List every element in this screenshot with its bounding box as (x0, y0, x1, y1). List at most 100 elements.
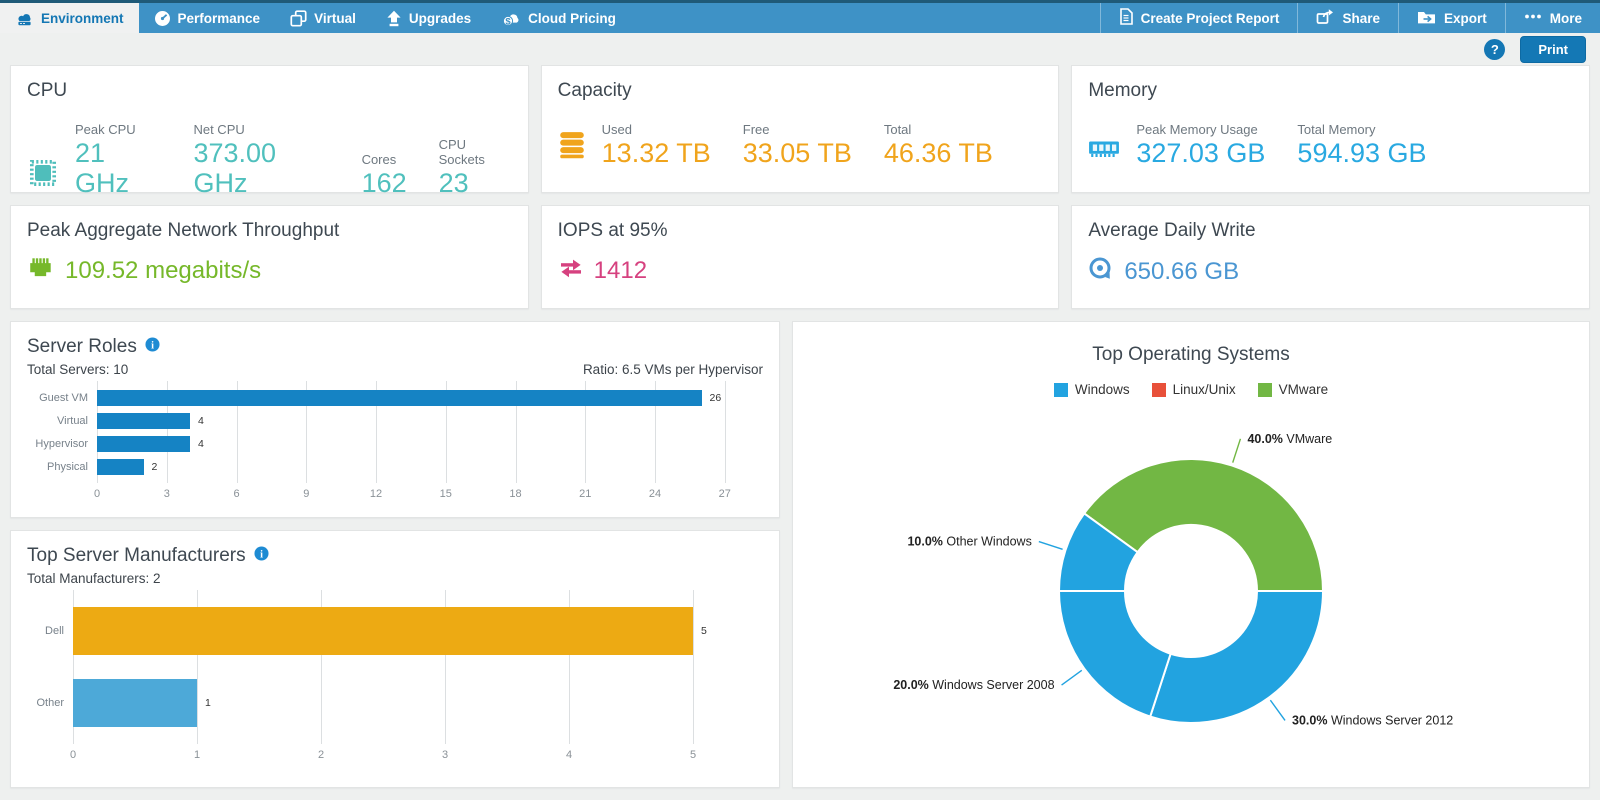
operating-systems-donut-chart: 40.0% VMware 30.0% Windows Server 2012 20.… (893, 432, 1453, 728)
stat-label: Used (601, 122, 633, 137)
stat-value: 33.05 TB (742, 138, 852, 168)
database-icon (558, 130, 586, 165)
average-daily-write-card: Average Daily Write 650.66 GB (1071, 205, 1590, 309)
stat-label: Total (883, 122, 912, 137)
ratio-label: Ratio: 6.5 VMs per Hypervisor (582, 362, 763, 377)
donut-slice-windows-server-2012[interactable] (1148, 590, 1325, 724)
report-document-icon (1119, 8, 1133, 28)
bar-row: Dell 5 (45, 595, 763, 667)
donut-slice-windows-server-2008[interactable] (1057, 590, 1172, 718)
tab-label: Upgrades (408, 10, 472, 26)
stat-label: CPU Sockets (438, 136, 485, 167)
export-button[interactable]: Export (1397, 3, 1505, 33)
legend-item-windows[interactable]: Windows (1053, 382, 1130, 397)
stat-total: Total 46.36 TB (884, 122, 993, 169)
x-tick-label: 0 (93, 488, 101, 500)
total-manufacturers-label: Total Manufacturers: 2 (27, 571, 161, 586)
tab-cloud-pricing[interactable]: $ Cloud Pricing (486, 3, 631, 33)
bar-row: Guest VM 26 (39, 386, 763, 409)
svg-text:i: i (260, 549, 263, 560)
stat-label: Free (742, 122, 770, 137)
create-project-report-button[interactable]: Create Project Report (1099, 3, 1298, 33)
tab-label: Environment (41, 10, 124, 26)
legend-swatch (1053, 382, 1068, 397)
nav-tabs: Environment Performance Virtual Upgrades… (0, 3, 631, 33)
tab-performance[interactable]: Performance (139, 3, 276, 33)
memory-card: Memory Peak Memory Usage 327.03 GB Total… (1071, 65, 1590, 193)
tab-environment[interactable]: Environment (0, 3, 139, 33)
category-label: Other (36, 697, 64, 709)
legend-item-linux-unix[interactable]: Linux/Unix (1151, 382, 1236, 397)
x-tick-label: 0 (69, 749, 77, 761)
chart-title: Top Operating Systems (1092, 344, 1290, 365)
x-tick-label: 3 (441, 749, 449, 761)
share-button[interactable]: Share (1297, 3, 1398, 33)
ellipsis-icon (1524, 8, 1542, 28)
bar-value-label: 2 (151, 460, 158, 473)
info-icon[interactable]: i (145, 337, 160, 357)
stat-free: Free 33.05 TB (743, 122, 852, 169)
label-connector (1232, 438, 1242, 463)
x-tick-label: 18 (509, 488, 522, 500)
svg-text:$: $ (505, 16, 511, 27)
bar-virtual[interactable] (97, 412, 190, 429)
x-tick-label: 24 (648, 488, 662, 500)
bar-guest-vm[interactable] (97, 389, 702, 406)
legend-label: VMware (1278, 382, 1329, 397)
card-title: CPU (27, 80, 68, 101)
slice-label: 10.0% Other Windows (907, 535, 1031, 549)
bar-physical[interactable] (97, 458, 144, 475)
server-roles-card: Server Roles i Total Servers: 10 Ratio: … (10, 321, 780, 518)
svg-text:i: i (151, 340, 154, 351)
metric-value: 650.66 GB (1124, 257, 1240, 285)
manufacturers-bar-chart: Dell 5 Other 1 0 1 2 3 4 5 (27, 590, 763, 763)
stat-value: 21 GHz (75, 138, 129, 198)
bar-dell[interactable] (73, 607, 693, 655)
card-title: Peak Aggregate Network Throughput (27, 220, 340, 241)
nav-action-label: Create Project Report (1140, 10, 1280, 26)
stat-value: 327.03 GB (1136, 138, 1266, 168)
bar-other[interactable] (73, 679, 197, 727)
legend-label: Windows (1074, 382, 1130, 397)
stat-peak-cpu: Peak CPU 21 GHz (75, 122, 161, 198)
iops-card: IOPS at 95% 1412 (540, 205, 1060, 309)
stat-value: 594.93 GB (1297, 138, 1427, 168)
bar-hypervisor[interactable] (97, 435, 190, 452)
slice-label: 40.0% VMware (1247, 432, 1332, 446)
x-tick-label: 27 (718, 488, 731, 500)
stat-peak-memory-usage: Peak Memory Usage 327.03 GB (1136, 122, 1265, 169)
metric-value: 109.52 megabits/s (65, 256, 262, 284)
arrow-up-icon (386, 10, 402, 27)
bar-value-label: 26 (709, 391, 722, 404)
help-icon[interactable]: ? (1484, 38, 1506, 60)
bar-value-label: 1 (205, 697, 211, 709)
x-tick-label: 1 (193, 749, 201, 761)
card-title: Average Daily Write (1088, 220, 1256, 241)
x-tick-label: 5 (689, 749, 697, 761)
bar-row: Virtual 4 (57, 409, 763, 432)
nav-actions: Create Project Report Share Export More (1099, 3, 1600, 33)
tab-virtual[interactable]: Virtual (275, 3, 371, 33)
card-title: IOPS at 95% (557, 220, 668, 241)
slice-label: 20.0% Windows Server 2008 (893, 678, 1054, 692)
print-button[interactable]: Print (1520, 35, 1586, 63)
disc-write-icon (1088, 256, 1114, 287)
more-button[interactable]: More (1504, 3, 1600, 33)
stat-value: 46.36 TB (883, 138, 993, 168)
label-connector (1061, 669, 1083, 686)
x-tick-label: 2 (317, 749, 325, 761)
nav-action-label: Export (1443, 10, 1487, 26)
tab-upgrades[interactable]: Upgrades (371, 3, 486, 33)
card-title: Capacity (557, 80, 632, 101)
bar-value-label: 5 (701, 625, 707, 637)
stat-value: 373.00 GHz (193, 138, 277, 198)
cloud-server-icon (15, 10, 34, 27)
legend-item-vmware[interactable]: VMware (1257, 382, 1329, 397)
stat-label: Cores (361, 151, 397, 167)
info-icon[interactable]: i (254, 546, 269, 566)
x-tick-label: 4 (565, 749, 573, 761)
cpu-card: CPU Peak CPU 21 GHz Net CPU 373.00 GHz C… (10, 65, 529, 198)
stat-label: Net CPU (193, 122, 245, 137)
stat-value: 13.32 TB (601, 138, 711, 168)
toolbar: ? Print (0, 33, 1600, 65)
